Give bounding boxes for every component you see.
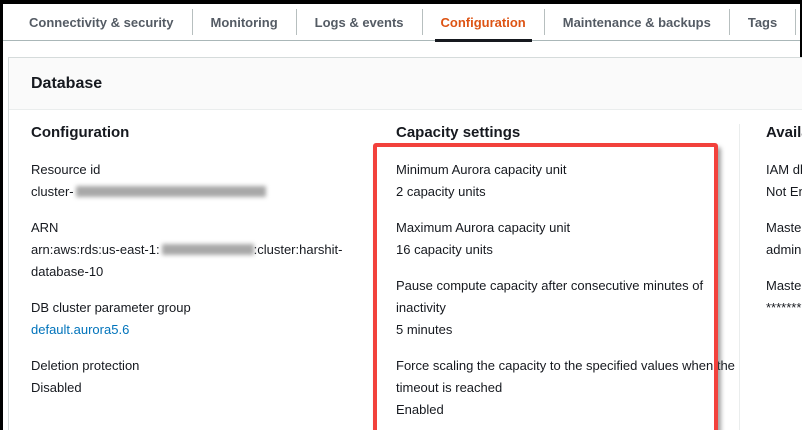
column-title-capacity-settings: Capacity settings: [396, 124, 736, 141]
field-resource-id: Resource id cluster-: [31, 159, 350, 203]
field-value: 16 capacity units: [396, 239, 736, 261]
field-label: ARN: [31, 217, 350, 239]
field-value: Enabled: [396, 399, 736, 421]
field-value: admin: [766, 239, 802, 261]
field-value: default.aurora5.6: [31, 319, 350, 341]
field-value: 2 capacity units: [396, 181, 736, 203]
field-label: Pause compute capacity after consecutive…: [396, 275, 736, 319]
tab-connectivity-security[interactable]: Connectivity & security: [11, 9, 193, 35]
tab-label: Monitoring: [211, 15, 278, 30]
field-value: cluster-: [31, 181, 350, 203]
tab-monitoring[interactable]: Monitoring: [193, 9, 297, 35]
field-iam-db-authentication: IAM db a Not Ena: [766, 159, 802, 203]
field-min-acu: Minimum Aurora capacity unit 2 capacity …: [396, 159, 736, 203]
panel-title: Database: [31, 75, 102, 93]
tab-label: Tags: [748, 15, 777, 30]
field-max-acu: Maximum Aurora capacity unit 16 capacity…: [396, 217, 736, 261]
arn-prefix: arn:aws:rds:us-east-1:: [31, 242, 160, 257]
database-panel-body: Configuration Resource id cluster- ARN a…: [9, 110, 802, 430]
field-db-cluster-parameter-group: DB cluster parameter group default.auror…: [31, 297, 350, 341]
field-label: Master u: [766, 217, 802, 239]
field-label: Force scaling the capacity to the specif…: [396, 355, 736, 399]
tab-configuration[interactable]: Configuration: [423, 9, 545, 35]
field-label: Deletion protection: [31, 355, 350, 377]
field-label: Minimum Aurora capacity unit: [396, 159, 736, 181]
configuration-column: Configuration Resource id cluster- ARN a…: [9, 124, 374, 430]
column-title-configuration: Configuration: [31, 124, 350, 141]
field-value: 5 minutes: [396, 319, 736, 341]
redacted-resource-id: [76, 186, 266, 197]
field-label: Resource id: [31, 159, 350, 181]
resource-id-prefix: cluster-: [31, 184, 74, 199]
field-label: IAM db a: [766, 159, 802, 181]
field-master-password: Master p *******: [766, 275, 802, 319]
content-area: Database Configuration Resource id clust…: [3, 41, 802, 430]
field-value: Disabled: [31, 377, 350, 399]
field-force-scaling: Force scaling the capacity to the specif…: [396, 355, 736, 421]
tab-bar: Connectivity & security Monitoring Logs …: [3, 4, 802, 41]
field-value: Not Ena: [766, 181, 802, 203]
tab-logs-events[interactable]: Logs & events: [297, 9, 423, 35]
availability-column: Availa IAM db a Not Ena Master u admin M…: [739, 124, 802, 430]
field-deletion-protection: Deletion protection Disabled: [31, 355, 350, 399]
parameter-group-link[interactable]: default.aurora5.6: [31, 322, 129, 337]
tab-tags[interactable]: Tags: [730, 9, 796, 35]
tab-maintenance-backups[interactable]: Maintenance & backups: [545, 9, 730, 35]
tab-label: Logs & events: [315, 15, 404, 30]
redacted-account-id: [162, 244, 254, 255]
rds-configuration-screen: Connectivity & security Monitoring Logs …: [0, 0, 802, 430]
field-arn: ARN arn:aws:rds:us-east-1::cluster:harsh…: [31, 217, 350, 283]
field-label: Maximum Aurora capacity unit: [396, 217, 736, 239]
field-value: arn:aws:rds:us-east-1::cluster:harshit-d…: [31, 239, 350, 283]
database-panel: Database Configuration Resource id clust…: [8, 57, 802, 430]
tab-label: Maintenance & backups: [563, 15, 711, 30]
tab-label: Configuration: [441, 15, 526, 30]
field-label: DB cluster parameter group: [31, 297, 350, 319]
field-value: *******: [766, 297, 802, 319]
field-pause-compute-capacity: Pause compute capacity after consecutive…: [396, 275, 736, 341]
column-title-availability: Availa: [766, 124, 802, 141]
database-panel-header: Database: [9, 58, 802, 110]
field-label: Master p: [766, 275, 802, 297]
field-master-username: Master u admin: [766, 217, 802, 261]
capacity-settings-column: Capacity settings Minimum Aurora capacit…: [374, 124, 739, 430]
tab-label: Connectivity & security: [29, 15, 174, 30]
